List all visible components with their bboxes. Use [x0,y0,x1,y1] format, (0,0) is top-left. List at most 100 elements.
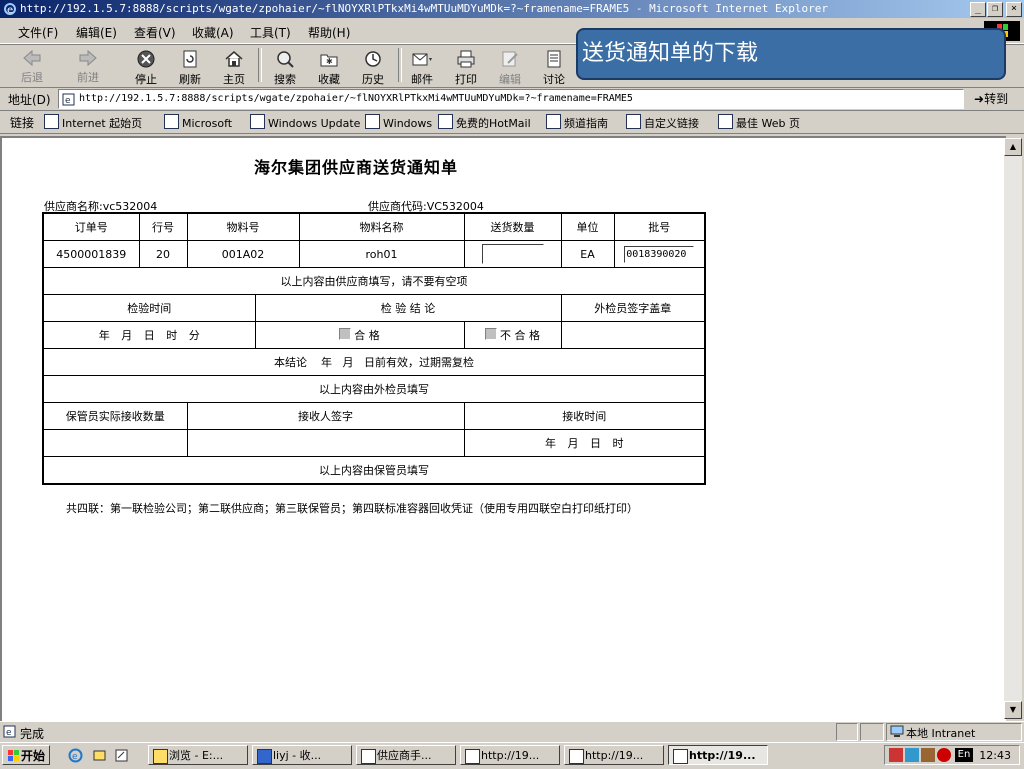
menu-favorites[interactable]: 收藏(A) [192,24,234,41]
edit-button[interactable]: 编辑 [488,47,532,86]
col-line-no: 行号 [138,212,188,241]
receiver-sign-label: 接收人签字 [186,402,465,430]
status-pane [860,723,884,741]
col-material-name: 物料名称 [298,212,465,241]
outlook-quicklaunch-icon[interactable] [92,748,107,763]
task-supplier-manual[interactable]: 供应商手... [356,745,456,765]
keeper-qty-label: 保管员实际接收数量 [42,402,188,430]
history-button[interactable]: 历史 [351,47,395,86]
batch-no-input[interactable] [624,245,695,263]
link-page-icon [250,114,265,129]
refresh-button[interactable]: 刷新 [168,47,212,86]
scroll-up-button[interactable]: ▲ [1004,138,1022,156]
link-internet-start[interactable]: Internet 起始页 [44,114,142,131]
tray-icon[interactable] [937,748,951,762]
go-button[interactable]: ➜转到 [974,90,1008,107]
scroll-down-button[interactable]: ▼ [1004,701,1022,719]
ie-quicklaunch-icon[interactable]: e [68,748,83,763]
start-button[interactable]: 开始 [2,745,50,765]
tray-icon[interactable] [921,748,935,762]
link-windows-update[interactable]: Windows Update [250,114,360,130]
tray-icon[interactable] [905,748,919,762]
task-ie-2[interactable]: http://19... [564,745,664,765]
stop-button[interactable]: 停止 [124,47,168,86]
address-label: 地址(D) [8,93,51,107]
svg-text:e: e [72,752,78,762]
col-order-no: 订单号 [42,212,140,241]
menu-view[interactable]: 查看(V) [134,24,176,41]
delivery-qty-input[interactable] [481,244,544,264]
window-title: http://192.1.5.7:8888/scripts/wgate/zpoh… [20,2,828,15]
menu-file[interactable]: 文件(F) [18,24,58,41]
col-unit: 单位 [560,212,615,241]
validity-note: 本结论 年 月 日前有效，过期需复检 [42,348,706,376]
folder-icon [153,749,168,764]
receiver-sign-cell [186,429,465,457]
link-page-icon [164,114,179,129]
word-doc-icon [361,749,376,764]
task-browse[interactable]: 浏览 - E:... [148,745,248,765]
page-icon: e [62,93,75,106]
favorites-button[interactable]: ✱ 收藏 [307,47,351,86]
stop-icon [137,50,155,68]
restore-button[interactable]: ❐ [987,2,1003,17]
task-ie-3[interactable]: http://19... [668,745,768,765]
ie-task-icon [673,749,688,764]
inspector-fill-note: 以上内容由外检员填写 [42,375,706,403]
line-no: 20 [138,240,188,268]
fail-checkbox[interactable] [485,328,497,340]
page-status-icon: e [3,725,16,738]
minimize-button[interactable]: _ [970,2,986,17]
tray-icon[interactable] [889,748,903,762]
close-button[interactable]: × [1006,2,1022,17]
address-input[interactable]: e http://192.1.5.7:8888/scripts/wgate/zp… [58,89,964,109]
link-microsoft[interactable]: Microsoft [164,114,232,130]
mail-task-icon [257,749,272,764]
print-button[interactable]: 打印 [444,47,488,86]
menu-tools[interactable]: 工具(T) [250,24,291,41]
discuss-icon [547,50,561,68]
pass-checkbox[interactable] [339,328,352,340]
forward-button[interactable]: 前进 [66,47,110,85]
receive-time-label: 接收时间 [463,402,706,430]
home-button[interactable]: 主页 [212,47,256,86]
ie-task-icon [465,749,480,764]
vertical-scrollbar[interactable]: ▲ ▼ [1004,138,1022,719]
taskbar: 开始 e 浏览 - E:... liyj - 收... 供应商手... http… [0,742,1024,769]
toolbar-separator [258,48,262,82]
keeper-qty-cell [42,429,188,457]
svg-text:e: e [65,96,71,106]
link-page-icon [626,114,641,129]
link-hotmail[interactable]: 免费的HotMail [438,114,531,131]
window-title-bar[interactable]: e http://192.1.5.7:8888/scripts/wgate/zp… [0,0,1024,18]
link-channel-guide[interactable]: 频道指南 [546,114,608,131]
desktop-quicklaunch-icon[interactable] [114,748,129,763]
task-liyj[interactable]: liyj - 收... [252,745,352,765]
batch-cell [613,240,706,268]
links-bar: 链接 Internet 起始页 Microsoft Windows Update… [0,110,1024,134]
menu-help[interactable]: 帮助(H) [308,24,350,41]
menu-edit[interactable]: 编辑(E) [76,24,117,41]
discuss-button[interactable]: 讨论 [532,47,576,86]
search-button[interactable]: 搜索 [263,47,307,86]
footer-note: 共四联：第一联检验公司；第二联供应商；第三联保管员；第四联标准容器回收凭证（使用… [66,502,638,515]
clock: 12:43 [979,749,1011,762]
forward-arrow-icon [79,49,97,67]
material-no: 001A02 [186,240,300,268]
link-page-icon [44,114,59,129]
link-windows[interactable]: Windows [365,114,432,130]
link-page-icon [365,114,380,129]
status-text: 完成 [20,727,45,741]
back-button[interactable]: 后退 [10,47,54,85]
printer-icon [457,50,475,68]
overlay-caption: 送货通知单的下载 [576,28,1006,80]
link-custom[interactable]: 自定义链接 [626,114,699,131]
inspect-time-format: 年 月 日 时 分 [42,321,256,349]
link-best-web[interactable]: 最佳 Web 页 [718,114,800,131]
document-title: 海尔集团供应商送货通知单 [254,158,459,177]
task-ie-1[interactable]: http://19... [460,745,560,765]
mail-button[interactable]: 邮件 [400,47,444,86]
windows-start-icon [8,750,19,761]
language-indicator[interactable]: En [955,748,973,762]
search-icon [277,51,294,68]
